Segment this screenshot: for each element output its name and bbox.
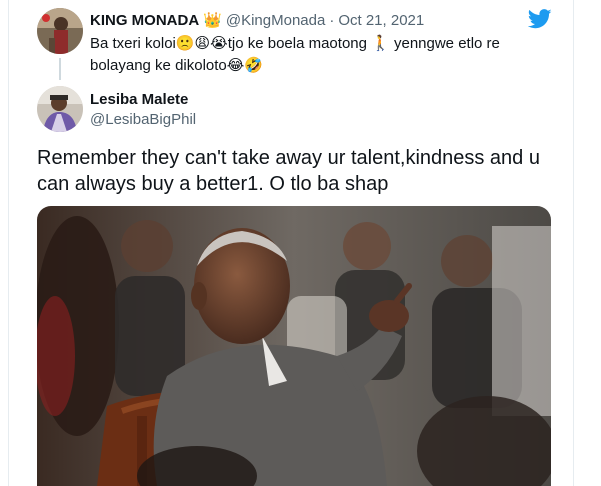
parent-tweet-text: Ba txeri koloi🙁😩😭tjo ke boela maotong 🚶 … [90,35,500,74]
author-handle[interactable]: @LesibaBigPhil [90,111,196,128]
parent-avatar[interactable] [37,8,83,54]
parent-tweet-date[interactable]: Oct 21, 2021 [338,12,424,29]
tweet-photo[interactable] [37,206,551,486]
crown-badge: 👑 [203,12,222,29]
parent-tweet-header: KING MONADA 👑 @KingMonada · Oct 21, 2021 [90,10,424,30]
frame-border-left [8,0,9,486]
thread-line [59,58,61,80]
author-name[interactable]: Lesiba Malete [90,91,188,108]
separator-dot: · [329,11,335,29]
twitter-bird-icon[interactable] [528,8,552,30]
parent-author-handle[interactable]: @KingMonada [226,12,325,29]
parent-author-name[interactable]: KING MONADA [90,12,199,29]
tweet-text: Remember they can't take away ur talent,… [37,147,540,195]
author-avatar[interactable] [37,86,83,132]
frame-border-right [573,0,574,486]
